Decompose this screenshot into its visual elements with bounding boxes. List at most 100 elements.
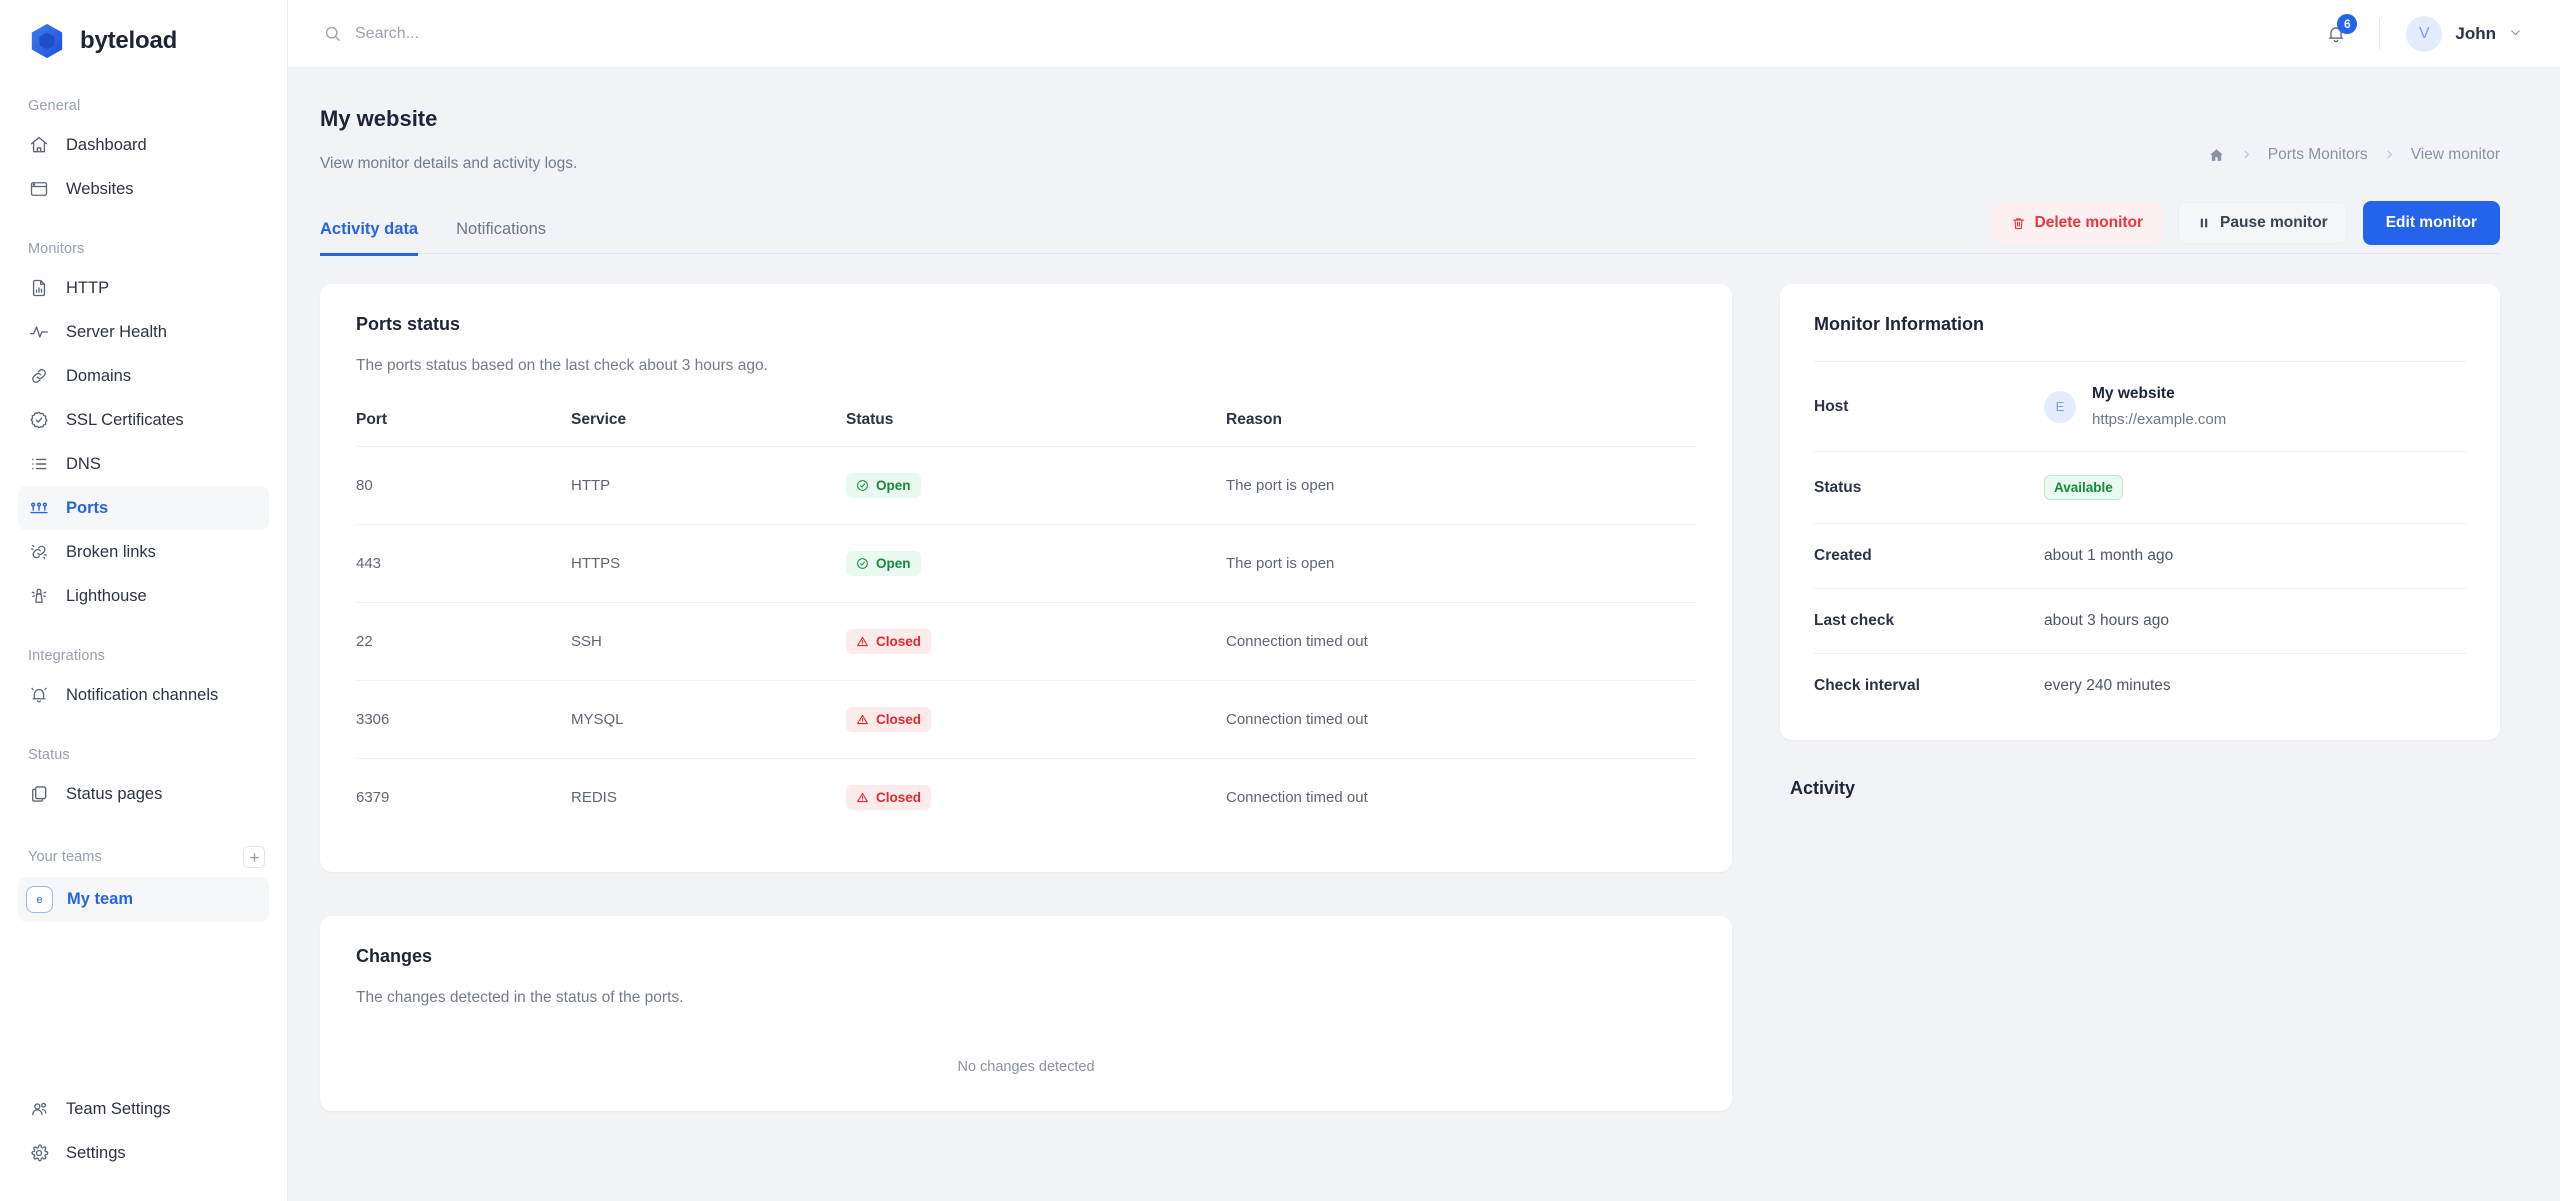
sidebar-item-settings[interactable]: Settings	[18, 1131, 269, 1175]
info-label: Created	[1814, 547, 1872, 564]
user-name: John	[2455, 23, 2496, 43]
sidebar-item-ports[interactable]: Ports	[18, 486, 269, 530]
link-icon	[28, 365, 50, 387]
alert-triangle-icon	[856, 713, 869, 726]
delete-monitor-button[interactable]: Delete monitor	[1991, 202, 2163, 244]
info-value: about 3 hours ago	[2044, 612, 2169, 629]
sidebar-item-notification-channels[interactable]: Notification channels	[18, 673, 269, 717]
status-badge: Closed	[846, 785, 932, 810]
sidebar-item-lighthouse[interactable]: Lighthouse	[18, 574, 269, 618]
chevron-down-icon	[2509, 26, 2522, 42]
sidebar-item-label: Notification channels	[66, 685, 219, 704]
notification-count-badge: 6	[2337, 13, 2358, 34]
monitor-information-card: Monitor Information Host E My website ht…	[1780, 284, 2500, 740]
column-header-port: Port	[356, 411, 571, 447]
breadcrumb-item-view-monitor[interactable]: View monitor	[2411, 146, 2500, 164]
breadcrumb-separator	[2384, 147, 2395, 163]
host-value: E My website https://example.com	[2044, 385, 2226, 428]
notifications-button[interactable]: 6	[2319, 13, 2358, 51]
cell-service: HTTPS	[571, 524, 846, 603]
cell-service: HTTP	[571, 446, 846, 525]
topbar-right: 6 V John	[2319, 13, 2560, 52]
browser-window-icon	[28, 178, 50, 200]
user-menu[interactable]: V John	[2406, 15, 2522, 52]
breadcrumb: Ports Monitors View monitor	[2208, 106, 2500, 164]
tabs: Activity data Notifications	[320, 217, 546, 256]
table-row: 3306 MYSQL Closed Connection timed out	[356, 680, 1696, 759]
sidebar-item-status-pages[interactable]: Status pages	[18, 772, 269, 816]
tab-activity-data[interactable]: Activity data	[320, 220, 419, 256]
table-row: 443 HTTPS Open The port is open	[356, 524, 1696, 603]
info-row-host: Host E My website https://example.com	[1814, 361, 2466, 451]
monitor-information-title: Monitor Information	[1814, 314, 1984, 334]
list-icon	[28, 453, 50, 475]
sidebar-section-status: Status	[28, 747, 70, 763]
pause-monitor-label: Pause monitor	[2220, 214, 2328, 231]
ports-status-card: Ports status The ports status based on t…	[320, 284, 1732, 872]
seal-check-icon	[856, 479, 869, 492]
sidebar-item-label: Settings	[66, 1143, 126, 1162]
sidebar-bottom: Team Settings Settings	[0, 1087, 287, 1201]
home-icon[interactable]	[2208, 147, 2225, 164]
cell-port: 443	[356, 524, 571, 603]
brand[interactable]: byteload	[0, 0, 287, 62]
search-container[interactable]	[288, 24, 2319, 43]
info-row-last-check: Last check about 3 hours ago	[1814, 588, 2466, 653]
sidebar-item-label: Websites	[66, 179, 134, 198]
search-input[interactable]	[355, 24, 775, 43]
tab-notifications[interactable]: Notifications	[456, 220, 546, 256]
page-title-block: My website View monitor details and acti…	[320, 106, 577, 173]
sidebar-section-integrations: Integrations	[28, 648, 105, 664]
sidebar-item-label: Status pages	[66, 784, 163, 803]
sidebar-item-http[interactable]: HTTP	[18, 266, 269, 310]
sidebar-item-ssl-certificates[interactable]: SSL Certificates	[18, 398, 269, 442]
page-subtitle: View monitor details and activity logs.	[320, 155, 578, 172]
sidebar-item-label: Team Settings	[66, 1099, 171, 1118]
status-badge-label: Closed	[876, 712, 922, 727]
info-row-check-interval: Check interval every 240 minutes	[1814, 653, 2466, 718]
alert-triangle-icon	[856, 635, 869, 648]
changes-empty-message: No changes detected	[957, 1059, 1095, 1075]
sidebar-item-server-health[interactable]: Server Health	[18, 310, 269, 354]
changes-title: Changes	[356, 946, 433, 966]
cell-status: Open	[846, 524, 1226, 603]
info-label: Status	[1814, 478, 1862, 496]
tabs-and-actions: Activity data Notifications Delete monit…	[288, 173, 2560, 256]
info-label: Check interval	[1814, 677, 1920, 694]
changes-card: Changes The changes detected in the stat…	[320, 916, 1732, 1111]
main-content: My website View monitor details and acti…	[288, 68, 2560, 1201]
pause-monitor-button[interactable]: Pause monitor	[2178, 202, 2347, 244]
sidebar-item-team-settings[interactable]: Team Settings	[18, 1087, 269, 1131]
hexagon-logo-icon	[28, 22, 66, 60]
cell-reason: Connection timed out	[1226, 789, 1368, 806]
host-name: My website	[2092, 385, 2175, 402]
topbar: 6 V John	[288, 0, 2560, 68]
edit-monitor-button[interactable]: Edit monitor	[2362, 201, 2500, 245]
breadcrumb-item-ports-monitors[interactable]: Ports Monitors	[2268, 146, 2368, 164]
cell-status: Open	[846, 446, 1226, 525]
team-label: My team	[67, 890, 134, 908]
sidebar-item-dns[interactable]: DNS	[18, 442, 269, 486]
cell-reason: Connection timed out	[1226, 602, 1696, 681]
sidebar-team-my-team[interactable]: e My team	[18, 877, 269, 922]
host-url: https://example.com	[2092, 411, 2227, 428]
sidebar-item-domains[interactable]: Domains	[18, 354, 269, 398]
status-badge-label: Open	[876, 556, 911, 571]
info-row-created: Created about 1 month ago	[1814, 523, 2466, 588]
cell-service: REDIS	[571, 789, 617, 806]
info-value: every 240 minutes	[2044, 677, 2171, 694]
bell-ring-icon	[28, 684, 50, 706]
delete-monitor-label: Delete monitor	[2034, 214, 2144, 231]
add-team-button[interactable]	[243, 846, 265, 868]
cell-reason: The port is open	[1226, 446, 1696, 525]
left-column: Ports status The ports status based on t…	[320, 284, 1732, 1111]
content-columns: Ports status The ports status based on t…	[288, 254, 2560, 1111]
sidebar-item-dashboard[interactable]: Dashboard	[18, 123, 269, 167]
status-badge-label: Open	[876, 478, 911, 493]
sidebar-item-websites[interactable]: Websites	[18, 167, 269, 211]
alert-triangle-icon	[856, 791, 869, 804]
seal-check-icon	[28, 409, 50, 431]
home-icon	[28, 134, 50, 156]
sidebar-item-broken-links[interactable]: Broken links	[18, 530, 269, 574]
info-label: Last check	[1814, 612, 1895, 629]
